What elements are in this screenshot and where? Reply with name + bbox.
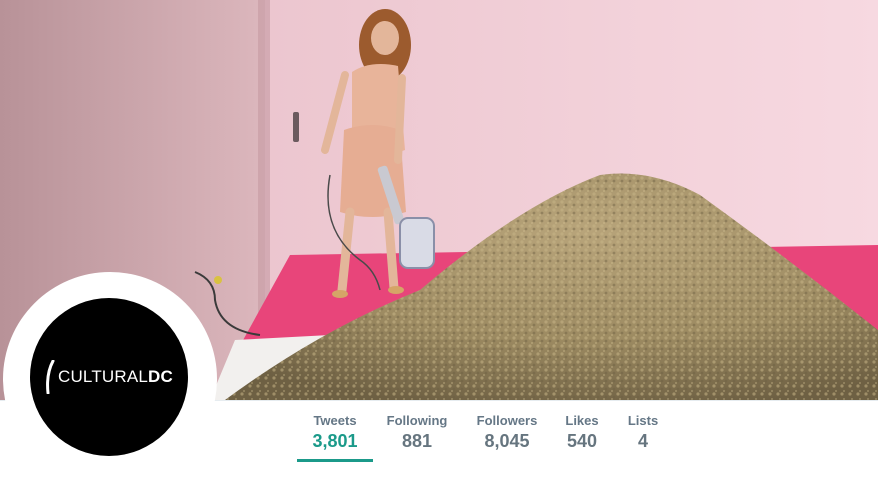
stat-following[interactable]: Following 881: [385, 401, 449, 465]
logo-swoosh-icon: [46, 360, 55, 394]
stat-tweets[interactable]: Tweets 3,801: [297, 401, 373, 465]
avatar-logo: CULTURAL DC: [45, 360, 173, 394]
avatar-text-light: CULTURAL: [57, 367, 149, 386]
stat-followers[interactable]: Followers 8,045: [475, 401, 539, 465]
stat-likes-value: 540: [566, 431, 598, 451]
stat-followers-label: Followers: [476, 413, 538, 428]
stat-lists[interactable]: Lists 4: [624, 401, 662, 465]
avatar-text-bold: DC: [148, 367, 174, 386]
avatar[interactable]: CULTURAL DC: [30, 298, 188, 456]
stat-likes-label: Likes: [565, 413, 599, 428]
stat-following-value: 881: [401, 431, 433, 451]
stat-following-label: Following: [386, 413, 448, 428]
stat-lists-label: Lists: [627, 413, 659, 428]
stat-lists-value: 4: [637, 431, 648, 451]
active-tab-indicator: [297, 459, 373, 462]
stat-likes[interactable]: Likes 540: [560, 401, 604, 465]
stat-tweets-label: Tweets: [313, 413, 357, 428]
stat-followers-value: 8,045: [484, 431, 530, 451]
stat-tweets-value: 3,801: [312, 431, 358, 451]
